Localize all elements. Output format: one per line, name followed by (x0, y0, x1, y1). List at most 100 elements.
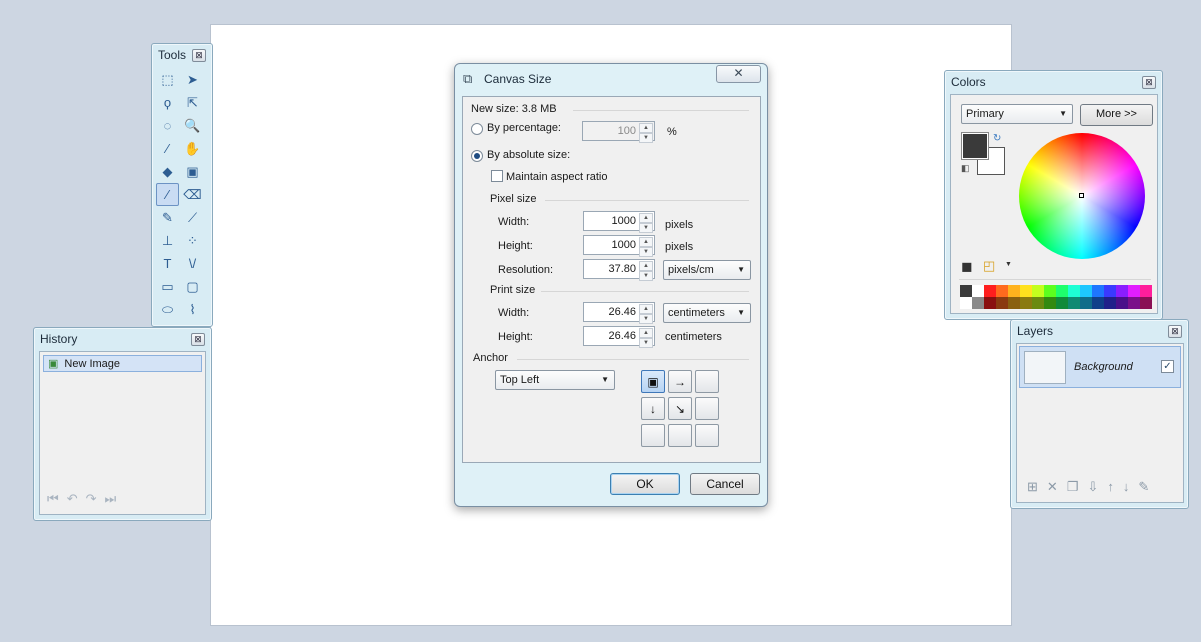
resolution-input[interactable]: 37.80 ▲ ▼ (583, 259, 655, 281)
layers-close-icon[interactable]: ⊠ (1168, 325, 1182, 338)
palette-dropdown-icon[interactable]: ▼ (1005, 261, 1012, 268)
duplicate-layer-icon[interactable]: ❐ (1067, 479, 1079, 495)
by-absolute-radio[interactable] (471, 150, 483, 162)
palette-swatch[interactable] (1056, 285, 1068, 297)
anchor-middle-left-button[interactable]: ↓ (641, 397, 665, 420)
palette-swatch[interactable] (972, 285, 984, 297)
palette-swatch[interactable] (1044, 285, 1056, 297)
palette-swatch[interactable] (1092, 285, 1104, 297)
palette-swatch[interactable] (1116, 285, 1128, 297)
add-color-icon[interactable]: ◼ (961, 258, 973, 275)
palette-swatch[interactable] (1128, 297, 1140, 309)
recolor-icon[interactable]: ⁘ (181, 229, 204, 252)
merge-layer-down-icon[interactable]: ⇩ (1087, 479, 1098, 495)
ellipse-shape-icon[interactable]: ⬭ (156, 298, 179, 321)
magic-wand-icon[interactable]: ⁄ (156, 137, 179, 160)
palette-swatch[interactable] (1104, 285, 1116, 297)
palette-swatch[interactable] (996, 285, 1008, 297)
color-wheel[interactable] (1019, 133, 1145, 259)
color-mode-select[interactable]: Primary ▼ (961, 104, 1073, 124)
palette-swatch[interactable] (1080, 285, 1092, 297)
palette-swatch[interactable] (960, 297, 972, 309)
palette-swatch[interactable] (1104, 297, 1116, 309)
anchor-bottom-left-button[interactable] (641, 424, 665, 447)
palette-swatch[interactable] (960, 285, 972, 297)
color-picker-icon[interactable]: ⟋ (181, 206, 204, 229)
anchor-top-center-button[interactable]: → (668, 370, 692, 393)
colors-close-icon[interactable]: ⊠ (1142, 76, 1156, 89)
palette-swatch[interactable] (1008, 285, 1020, 297)
pixel-width-input[interactable]: 1000 ▲ ▼ (583, 211, 655, 233)
palette-swatch[interactable] (1068, 297, 1080, 309)
ellipse-select-icon[interactable]: ◌ (156, 114, 179, 137)
anchor-bottom-center-button[interactable] (668, 424, 692, 447)
tools-close-icon[interactable]: ⊠ (192, 49, 206, 62)
paint-bucket-icon[interactable]: ◆ (156, 160, 179, 183)
palette-swatch[interactable] (1140, 297, 1152, 309)
layer-properties-icon[interactable]: ✎ (1138, 479, 1149, 495)
clone-stamp-icon[interactable]: ⊥ (156, 229, 179, 252)
move-layer-down-icon[interactable]: ↓ (1123, 479, 1130, 495)
anchor-middle-right-button[interactable] (695, 397, 719, 420)
palette-swatch[interactable] (1020, 297, 1032, 309)
anchor-top-right-button[interactable] (695, 370, 719, 393)
palette-swatch[interactable] (1008, 297, 1020, 309)
anchor-bottom-right-button[interactable] (695, 424, 719, 447)
history-last-icon[interactable]: ⏭ (105, 491, 117, 507)
palette-swatch[interactable] (996, 297, 1008, 309)
swap-colors-icon[interactable]: ↻ (993, 133, 1001, 144)
history-undo-icon[interactable]: ↶ (67, 491, 78, 507)
resolution-unit-select[interactable]: pixels/cm ▼ (663, 260, 751, 280)
palette-swatch[interactable] (1068, 285, 1080, 297)
anchor-center-button[interactable]: ↘ (668, 397, 692, 420)
add-layer-icon[interactable]: ⊞ (1027, 479, 1038, 495)
delete-layer-icon[interactable]: ✕ (1047, 479, 1058, 495)
more-button[interactable]: More >> (1080, 104, 1153, 126)
percentage-input[interactable]: 100 ▲ ▼ (582, 121, 655, 143)
primary-color-swatch[interactable] (961, 132, 989, 160)
freeform-shape-icon[interactable]: ⌇ (181, 298, 204, 321)
palette-swatch[interactable] (1032, 285, 1044, 297)
dialog-close-button[interactable]: ✕ (716, 65, 761, 83)
history-redo-icon[interactable]: ↷ (86, 491, 97, 507)
layer-visibility-checkbox[interactable]: ✓ (1161, 360, 1174, 373)
eraser-icon[interactable]: ⌫ (181, 183, 204, 206)
move-selection-icon[interactable]: ⇱ (181, 91, 204, 114)
palette-swatch[interactable] (1092, 297, 1104, 309)
print-unit-select[interactable]: centimeters ▼ (663, 303, 751, 323)
layer-row-background[interactable]: Background ✓ (1019, 346, 1181, 388)
anchor-top-left-button[interactable]: ▣ (641, 370, 665, 393)
text-icon[interactable]: T (156, 252, 179, 275)
palette-menu-icon[interactable]: ◰ (983, 258, 995, 274)
palette-swatch[interactable] (1032, 297, 1044, 309)
palette-swatch[interactable] (1044, 297, 1056, 309)
palette-swatch[interactable] (972, 297, 984, 309)
zoom-icon[interactable]: 🔍 (181, 114, 204, 137)
maintain-aspect-checkbox[interactable] (491, 170, 503, 182)
cancel-button[interactable]: Cancel (690, 473, 760, 495)
print-height-input[interactable]: 26.46 ▲ ▼ (583, 326, 655, 348)
by-percentage-radio[interactable] (471, 123, 483, 135)
print-width-input[interactable]: 26.46 ▲ ▼ (583, 302, 655, 324)
palette-swatch[interactable] (1140, 285, 1152, 297)
gradient-icon[interactable]: ▣ (181, 160, 204, 183)
palette-swatch[interactable] (1128, 285, 1140, 297)
rectangle-shape-icon[interactable]: ▭ (156, 275, 179, 298)
color-palette[interactable] (960, 285, 1152, 309)
palette-swatch[interactable] (1080, 297, 1092, 309)
move-selected-pixels-icon[interactable]: ➤ (181, 68, 204, 91)
palette-swatch[interactable] (984, 297, 996, 309)
line-curve-icon[interactable]: \/ (181, 252, 204, 275)
ok-button[interactable]: OK (610, 473, 680, 495)
palette-swatch[interactable] (1056, 297, 1068, 309)
palette-swatch[interactable] (1116, 297, 1128, 309)
move-layer-up-icon[interactable]: ↑ (1107, 479, 1114, 495)
pixel-height-input[interactable]: 1000 ▲ ▼ (583, 235, 655, 257)
palette-swatch[interactable] (984, 285, 996, 297)
lasso-select-icon[interactable]: ϙ (156, 91, 179, 114)
history-first-icon[interactable]: ⏮ (47, 491, 59, 507)
pencil-icon[interactable]: ✎ (156, 206, 179, 229)
paintbrush-icon[interactable]: ∕ (156, 183, 179, 206)
pan-hand-icon[interactable]: ✋ (181, 137, 204, 160)
history-item-new-image[interactable]: ▣ New Image (43, 355, 202, 372)
